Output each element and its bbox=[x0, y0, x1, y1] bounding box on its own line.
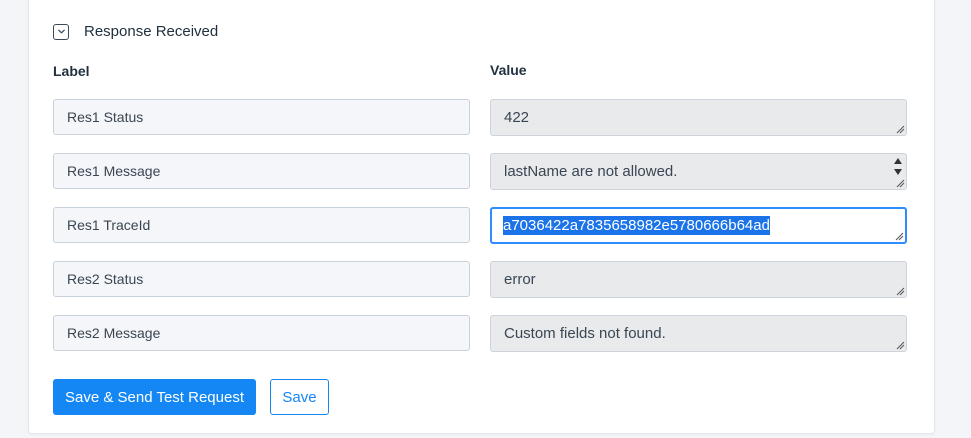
value-text: 422 bbox=[504, 109, 530, 126]
chevron-down-icon[interactable] bbox=[53, 23, 69, 40]
scroll-arrows-icon[interactable] bbox=[891, 155, 905, 177]
label-field-res1-message[interactable]: Res1 Message bbox=[53, 153, 470, 189]
value-text: lastName are not allowed. bbox=[504, 163, 678, 180]
section-title: Response Received bbox=[84, 23, 219, 40]
label-field-res2-message[interactable]: Res2 Message bbox=[53, 315, 470, 351]
value-field-res2-message[interactable]: Custom fields not found. bbox=[490, 315, 907, 352]
label-text: Res1 Status bbox=[67, 109, 144, 125]
resize-handle-icon[interactable] bbox=[896, 287, 905, 296]
label-text: Res1 TraceId bbox=[67, 217, 151, 233]
value-field-res1-traceid[interactable]: a7036422a7835658982e5780666b64ad bbox=[490, 207, 907, 244]
resize-handle-icon[interactable] bbox=[895, 232, 904, 241]
value-text: error bbox=[504, 271, 536, 288]
value-field-res1-message[interactable]: lastName are not allowed. bbox=[490, 153, 907, 190]
resize-handle-icon[interactable] bbox=[896, 179, 905, 188]
label-text: Res1 Message bbox=[67, 163, 161, 179]
value-text: Custom fields not found. bbox=[504, 325, 666, 342]
save-button[interactable]: Save bbox=[270, 379, 329, 415]
label-text: Res2 Status bbox=[67, 271, 144, 287]
label-text: Res2 Message bbox=[67, 325, 161, 341]
save-and-send-test-request-button[interactable]: Save & Send Test Request bbox=[53, 379, 256, 415]
value-text: a7036422a7835658982e5780666b64ad bbox=[503, 216, 770, 235]
label-field-res1-status[interactable]: Res1 Status bbox=[53, 99, 470, 135]
resize-handle-icon[interactable] bbox=[896, 125, 905, 134]
label-column-header: Label bbox=[53, 63, 90, 79]
label-field-res2-status[interactable]: Res2 Status bbox=[53, 261, 470, 297]
value-column-header: Value bbox=[490, 62, 527, 78]
label-field-res1-traceid[interactable]: Res1 TraceId bbox=[53, 207, 470, 243]
resize-handle-icon[interactable] bbox=[896, 341, 905, 350]
response-received-toggle[interactable]: Response Received bbox=[53, 23, 218, 40]
value-field-res2-status[interactable]: error bbox=[490, 261, 907, 298]
value-field-res1-status[interactable]: 422 bbox=[490, 99, 907, 136]
